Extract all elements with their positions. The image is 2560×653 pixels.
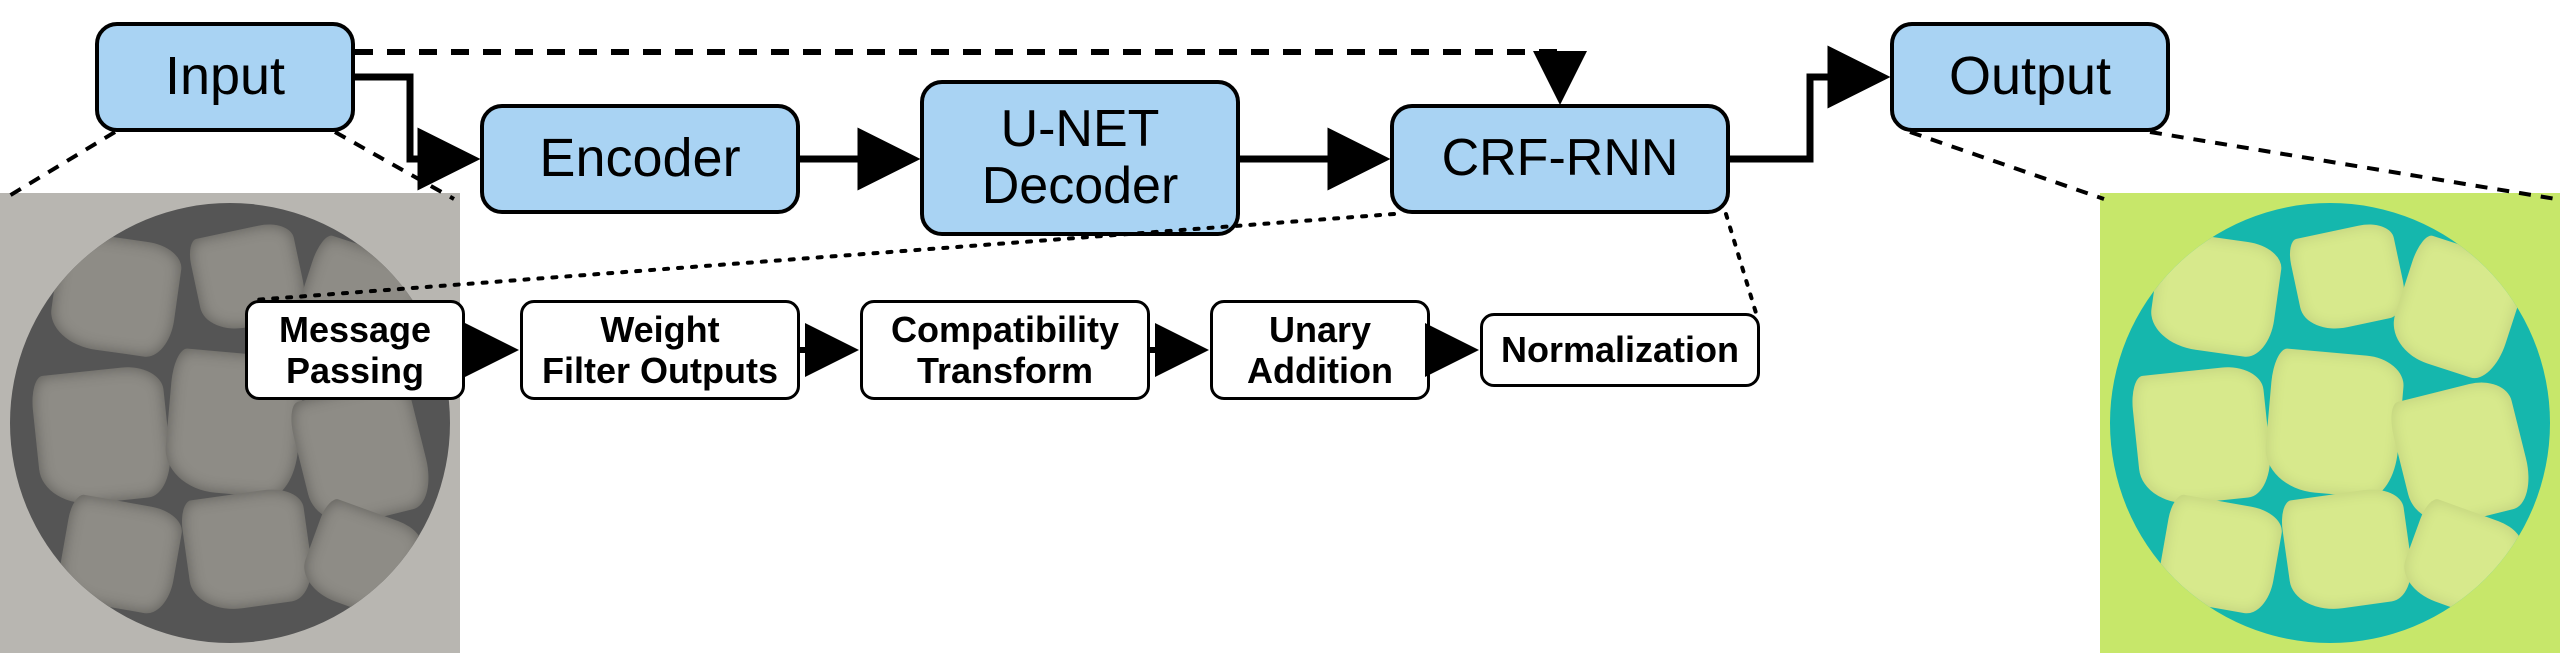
output-projection-left — [1910, 132, 2104, 199]
crf-step-normalization: Normalization — [1480, 313, 1760, 387]
crf-step-compatibility-transform: Compatibility Transform — [860, 300, 1150, 400]
node-output: Output — [1890, 22, 2170, 132]
seg-shard — [2384, 232, 2531, 385]
node-crf: CRF-RNN — [1390, 104, 1730, 214]
output-projection-right — [2150, 132, 2556, 199]
seg-shard — [2279, 485, 2417, 615]
crf-step4-label: Unary Addition — [1247, 309, 1393, 392]
rock-shard — [30, 364, 175, 509]
node-decoder: U-NET Decoder — [920, 80, 1240, 236]
crf-step-weight-filter-outputs: Weight Filter Outputs — [520, 300, 800, 400]
crf-step2-label: Weight Filter Outputs — [542, 309, 778, 392]
input-image-swatch — [0, 193, 460, 653]
seg-shard — [2147, 230, 2285, 360]
input-projection-right — [335, 132, 454, 199]
crf-step5-label: Normalization — [1501, 329, 1739, 370]
rock-shard — [47, 230, 185, 360]
node-decoder-label: U-NET Decoder — [982, 101, 1179, 215]
node-input-label: Input — [165, 47, 285, 106]
node-encoder-label: Encoder — [539, 129, 740, 188]
seg-shard — [2286, 219, 2409, 336]
seg-shard — [2263, 347, 2407, 499]
arrow-crf-to-output — [1730, 77, 1880, 159]
crf-step-unary-addition: Unary Addition — [1210, 300, 1430, 400]
node-encoder: Encoder — [480, 104, 800, 214]
seg-shard — [2396, 496, 2528, 623]
architecture-diagram: Input Encoder U-NET Decoder CRF-RNN Outp… — [0, 0, 2560, 653]
crf-expand-right — [1726, 214, 1756, 313]
arrow-input-to-encoder — [355, 77, 470, 159]
output-image-swatch — [2100, 193, 2560, 653]
output-sample-circle — [2110, 203, 2550, 643]
input-projection-left — [4, 132, 115, 199]
seg-shard — [2130, 364, 2275, 509]
node-output-label: Output — [1949, 47, 2111, 106]
crf-step1-label: Message Passing — [279, 309, 431, 392]
node-input: Input — [95, 22, 355, 132]
rock-shard — [179, 485, 317, 615]
node-crf-label: CRF-RNN — [1442, 130, 1679, 187]
seg-shard — [2154, 493, 2285, 617]
input-sample-circle — [10, 203, 450, 643]
rock-shard — [54, 493, 185, 617]
rock-shard — [296, 496, 428, 623]
crf-step3-label: Compatibility Transform — [891, 309, 1119, 392]
crf-step-message-passing: Message Passing — [245, 300, 465, 400]
